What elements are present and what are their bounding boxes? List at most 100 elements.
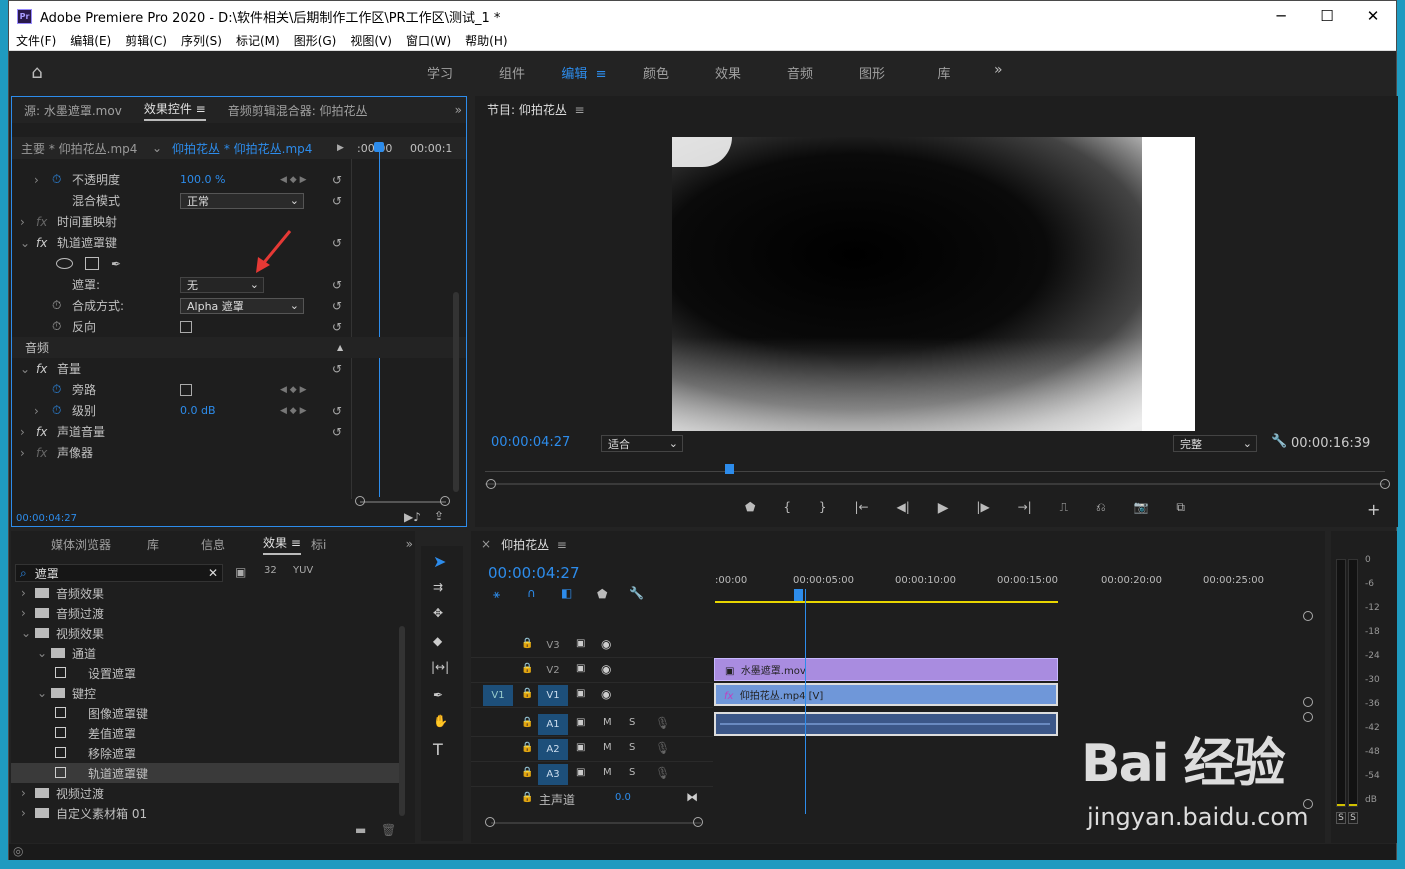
go-to-in-icon[interactable]: |← xyxy=(854,500,868,516)
close-button[interactable]: ✕ xyxy=(1350,1,1396,31)
ripple-edit-tool-icon[interactable]: ✥ xyxy=(433,606,443,620)
stopwatch-icon[interactable]: ⏱ xyxy=(52,382,61,397)
track-select-tool-icon[interactable]: ⇉ xyxy=(433,580,443,594)
reset-icon[interactable]: ↺ xyxy=(332,425,342,439)
chevron-right-icon[interactable]: › xyxy=(20,425,25,439)
keyframe-nav-icon[interactable]: ◀ ◆ ▶ xyxy=(280,175,307,185)
effects-tree-item[interactable]: 差值遮罩 xyxy=(11,723,401,743)
master-clip[interactable]: 主要 * 仰拍花丛.mp4 xyxy=(21,140,137,157)
tab-source[interactable]: 源: 水墨遮罩.mov xyxy=(24,102,122,119)
chevron-down-icon[interactable]: ⌄ xyxy=(20,236,30,250)
fx-icon[interactable]: fx xyxy=(36,236,47,250)
play-triangle-icon[interactable]: ▶ xyxy=(337,143,344,153)
wrench-icon[interactable]: 🔧 xyxy=(1271,434,1287,449)
minimize-button[interactable]: ─ xyxy=(1258,1,1304,31)
mark-in-icon[interactable]: { xyxy=(783,500,791,516)
ellipse-mask-icon[interactable] xyxy=(56,258,73,269)
workspace-color[interactable]: 颜色 xyxy=(620,63,692,82)
chevron-down-icon[interactable]: ⌄ xyxy=(152,141,162,155)
workspace-effects[interactable]: 效果 xyxy=(692,63,764,82)
chevron-right-icon[interactable]: › xyxy=(20,446,25,460)
tab-effects[interactable]: 效果 ≡ xyxy=(263,534,301,555)
chevron-down-icon[interactable]: ⌄ xyxy=(20,362,30,376)
timeline-tab[interactable]: 仰拍花丛 ≡ xyxy=(501,536,567,553)
stopwatch-icon[interactable]: ⏱ xyxy=(52,403,61,418)
zoom-select[interactable]: 适合 ⌄ xyxy=(601,435,683,452)
opacity-value[interactable]: 100.0 % xyxy=(180,173,225,186)
effects-tree-item[interactable]: 移除遮罩 xyxy=(11,743,401,763)
razor-tool-icon[interactable]: ◆ xyxy=(433,634,442,648)
effects-tree-item[interactable]: ⌄ 视频效果 xyxy=(11,623,401,643)
menu-help[interactable]: 帮助(H) xyxy=(465,32,507,49)
camera-icon[interactable]: 📷 xyxy=(1134,500,1149,516)
ec-playhead-handle[interactable] xyxy=(374,142,384,152)
effects-tree-item[interactable]: › 音频效果 xyxy=(11,583,401,603)
tab-effect-controls[interactable]: 效果控件 ≡ xyxy=(143,100,206,121)
stopwatch-icon[interactable]: ⏱ xyxy=(52,172,61,187)
tab-markers[interactable]: 标i xyxy=(311,536,326,553)
ec-zoom-bar[interactable] xyxy=(360,501,446,503)
program-playhead[interactable] xyxy=(725,464,734,474)
stopwatch-icon[interactable]: ⏱ xyxy=(52,298,61,313)
effects-tree-item[interactable]: ⌄ 键控 xyxy=(11,683,401,703)
workspace-libraries[interactable]: 库 xyxy=(908,63,980,82)
timeline-playhead[interactable] xyxy=(805,589,806,814)
solo-right-button[interactable]: S xyxy=(1348,812,1358,824)
stopwatch-icon[interactable]: ⏱ xyxy=(52,319,61,334)
new-bin-icon[interactable]: ▬ xyxy=(355,823,366,837)
marker-icon[interactable]: ⬟ xyxy=(745,500,755,516)
effects-tree-item[interactable]: 图像遮罩键 xyxy=(11,703,401,723)
workspace-assembly[interactable]: 组件 xyxy=(476,63,548,82)
bypass-checkbox[interactable] xyxy=(180,383,192,396)
workspace-graphics[interactable]: 图形 xyxy=(836,63,908,82)
blend-mode-select[interactable]: 正常 ⌄ xyxy=(180,192,304,209)
menu-window[interactable]: 窗口(W) xyxy=(406,32,451,49)
reset-icon[interactable]: ↺ xyxy=(332,404,342,418)
export-icon[interactable]: ⇪ xyxy=(434,509,444,523)
tab-audio-clip-mixer[interactable]: 音频剪辑混合器: 仰拍花丛 xyxy=(228,102,368,119)
workspace-editing[interactable]: 编辑 ≡ xyxy=(548,63,620,82)
pen-mask-icon[interactable]: ✒ xyxy=(111,257,121,271)
effects-tree-item[interactable]: 设置遮罩 xyxy=(11,663,401,683)
accelerated-effects-icon[interactable]: ▣ xyxy=(235,565,246,579)
work-area-bar[interactable] xyxy=(715,601,1058,603)
keyframe-nav-icon[interactable]: ◀ ◆ ▶ xyxy=(280,385,307,395)
effects-search-input[interactable]: ⌕ 遮罩 ✕ xyxy=(15,564,223,582)
reset-icon[interactable]: ↺ xyxy=(332,299,342,313)
reset-icon[interactable]: ↺ xyxy=(332,362,342,376)
menu-view[interactable]: 视图(V) xyxy=(350,32,392,49)
filter-icon[interactable]: ▶♪ xyxy=(404,510,421,524)
menu-edit[interactable]: 编辑(E) xyxy=(70,32,111,49)
pen-tool-icon[interactable]: ✒ xyxy=(433,688,443,702)
menu-marker[interactable]: 标记(M) xyxy=(236,32,280,49)
program-video-frame[interactable] xyxy=(672,137,1195,431)
reset-icon[interactable]: ↺ xyxy=(332,194,342,208)
linked-selection-icon[interactable]: ◧ xyxy=(561,586,572,600)
effects-tree-item[interactable]: › 视频过渡 xyxy=(11,783,401,803)
more-workspaces-icon[interactable]: » xyxy=(994,62,1003,78)
play-icon[interactable]: ▶ xyxy=(938,500,949,516)
nest-icon[interactable]: ⚹ xyxy=(493,587,500,602)
effects-scrollbar[interactable] xyxy=(399,626,405,816)
compare-icon[interactable]: ⧉ xyxy=(1176,500,1185,516)
level-value[interactable]: 0.0 dB xyxy=(180,404,216,417)
sequence-clip[interactable]: 仰拍花丛 * 仰拍花丛.mp4 xyxy=(172,140,312,157)
menu-file[interactable]: 文件(F) xyxy=(16,32,56,49)
selection-tool-icon[interactable]: ➤ xyxy=(433,552,446,571)
slip-tool-icon[interactable]: |↔| xyxy=(431,660,449,674)
timeline-zoom-bar[interactable] xyxy=(491,822,701,824)
fx-icon[interactable]: fx xyxy=(36,425,47,439)
home-icon[interactable]: ⌂ xyxy=(24,59,50,85)
chevron-right-icon[interactable]: › xyxy=(34,404,39,418)
lift-icon[interactable]: ⎍ xyxy=(1060,500,1068,516)
step-forward-icon[interactable]: |▶ xyxy=(976,500,989,516)
program-scrub-bar[interactable] xyxy=(485,483,1385,485)
chevron-right-icon[interactable]: › xyxy=(20,215,25,229)
effects-tree-item[interactable]: ⌄ 通道 xyxy=(11,643,401,663)
collapse-icon[interactable]: ▲ xyxy=(337,343,343,352)
menu-sequence[interactable]: 序列(S) xyxy=(181,32,222,49)
maximize-button[interactable]: ☐ xyxy=(1304,1,1350,31)
fx-icon[interactable]: fx xyxy=(36,362,47,376)
menu-graphics[interactable]: 图形(G) xyxy=(294,32,337,49)
rectangle-mask-icon[interactable] xyxy=(85,257,99,270)
